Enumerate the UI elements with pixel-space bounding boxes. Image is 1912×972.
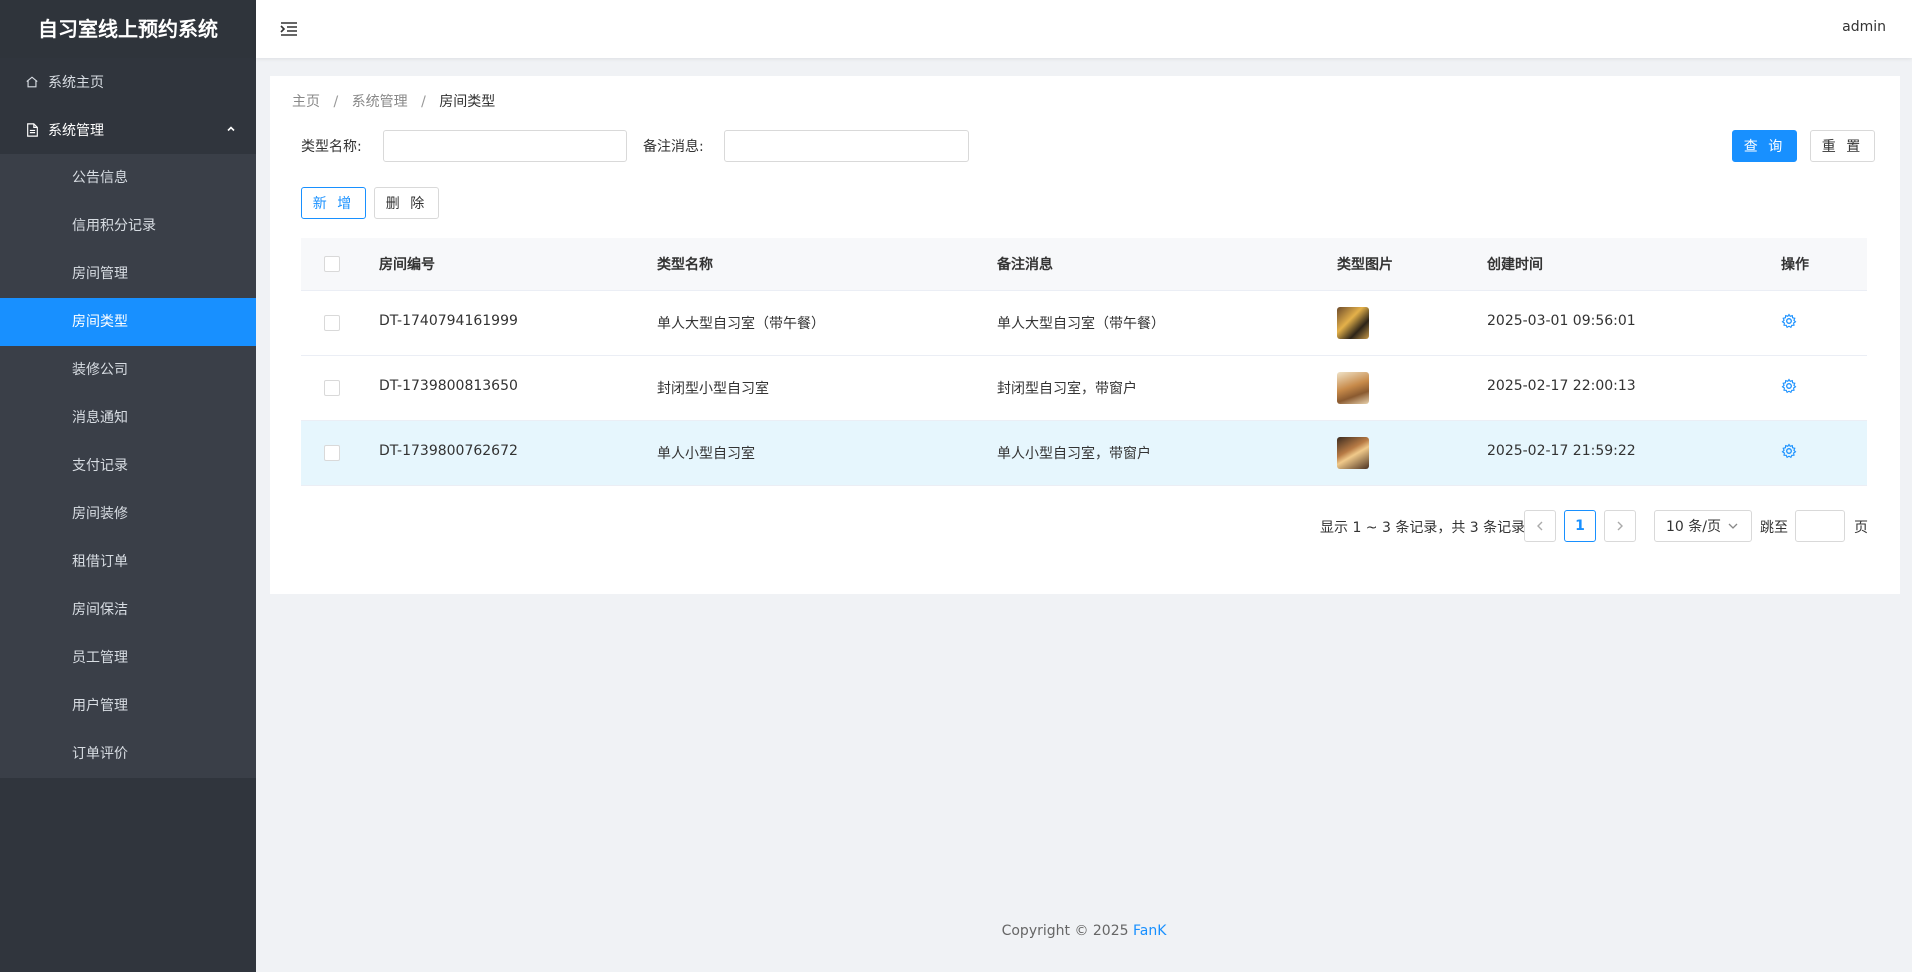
row-checkbox[interactable] xyxy=(324,380,340,396)
gear-icon[interactable] xyxy=(1781,378,1797,398)
page-unit-label: 页 xyxy=(1854,520,1868,536)
gear-icon[interactable] xyxy=(1781,443,1797,463)
sidebar: 自习室线上预约系统 系统主页 系统管理 公告信息 信用积分记录 房间管理 房间类… xyxy=(0,0,256,972)
chevron-left-icon[interactable] xyxy=(1524,510,1556,542)
breadcrumb-system[interactable]: 系统管理 xyxy=(352,94,408,110)
sidebar-item-label: 系统主页 xyxy=(48,75,104,91)
remark-input[interactable] xyxy=(724,130,969,162)
room-id-cell: DT-1739800762672 xyxy=(379,443,518,459)
type-image-thumbnail[interactable] xyxy=(1337,372,1369,404)
column-header: 操作 xyxy=(1781,257,1809,273)
breadcrumb-separator: / xyxy=(333,94,339,110)
author-link[interactable]: FanK xyxy=(1133,923,1166,939)
sidebar-item-staff[interactable]: 员工管理 xyxy=(0,634,256,682)
type-name-cell: 封闭型小型自习室 xyxy=(657,381,769,397)
chevron-right-icon[interactable] xyxy=(1604,510,1636,542)
breadcrumb-separator: / xyxy=(421,94,426,110)
sidebar-item-home[interactable]: 系统主页 xyxy=(0,58,256,106)
sidebar-submenu: 公告信息 信用积分记录 房间管理 房间类型 装修公司 消息通知 支付记录 房间装… xyxy=(0,154,256,778)
column-header: 备注消息 xyxy=(997,257,1053,273)
table-row: DT-1739800762672 单人小型自习室 单人小型自习室，带窗户 202… xyxy=(301,421,1867,486)
type-image-thumbnail[interactable] xyxy=(1337,307,1369,339)
breadcrumb: 主页 / 系统管理 / 房间类型 xyxy=(292,91,495,111)
created-time-cell: 2025-03-01 09:56:01 xyxy=(1487,313,1636,329)
sidebar-item-room-types[interactable]: 房间类型 xyxy=(0,298,256,346)
remark-label: 备注消息: xyxy=(643,139,704,155)
delete-button[interactable]: 删 除 xyxy=(374,187,439,219)
add-button[interactable]: 新 增 xyxy=(301,187,366,219)
type-name-input[interactable] xyxy=(383,130,627,162)
chevron-up-icon xyxy=(226,122,236,138)
type-image-thumbnail[interactable] xyxy=(1337,437,1369,469)
page-size-value: 10 条/页 xyxy=(1666,519,1721,535)
home-icon xyxy=(24,74,40,90)
breadcrumb-current: 房间类型 xyxy=(439,94,496,110)
room-id-cell: DT-1739800813650 xyxy=(379,378,518,394)
type-name-label: 类型名称: xyxy=(301,139,362,155)
column-header: 创建时间 xyxy=(1487,257,1543,273)
copyright-text: Copyright © 2025 xyxy=(1001,923,1133,939)
sidebar-item-messages[interactable]: 消息通知 xyxy=(0,394,256,442)
column-header: 类型图片 xyxy=(1337,257,1393,273)
top-header: admin xyxy=(256,0,1912,58)
type-name-cell: 单人小型自习室 xyxy=(657,446,755,462)
sidebar-item-room-decor[interactable]: 房间装修 xyxy=(0,490,256,538)
gear-icon[interactable] xyxy=(1781,313,1797,333)
sidebar-item-rental-orders[interactable]: 租借订单 xyxy=(0,538,256,586)
table-row: DT-1740794161999 单人大型自习室（带午餐） 单人大型自习室（带午… xyxy=(301,291,1867,356)
footer: Copyright © 2025 FanK xyxy=(256,923,1912,939)
created-time-cell: 2025-02-17 22:00:13 xyxy=(1487,378,1636,394)
created-time-cell: 2025-02-17 21:59:22 xyxy=(1487,443,1636,459)
document-icon xyxy=(24,122,40,138)
remark-cell: 封闭型自习室，带窗户 xyxy=(997,381,1137,397)
room-type-table: 房间编号 类型名称 备注消息 类型图片 创建时间 操作 DT-174079416… xyxy=(301,238,1867,486)
sidebar-item-cleaning[interactable]: 房间保洁 xyxy=(0,586,256,634)
sidebar-item-notice[interactable]: 公告信息 xyxy=(0,154,256,202)
page-number-current[interactable]: 1 xyxy=(1564,510,1596,542)
chevron-down-icon xyxy=(1727,520,1739,532)
search-button[interactable]: 查 询 xyxy=(1732,130,1797,162)
row-checkbox[interactable] xyxy=(324,315,340,331)
sidebar-group-system[interactable]: 系统管理 xyxy=(0,106,256,154)
sidebar-item-reviews[interactable]: 订单评价 xyxy=(0,730,256,778)
menu-fold-icon[interactable] xyxy=(278,18,300,40)
column-header: 类型名称 xyxy=(657,257,713,273)
room-id-cell: DT-1740794161999 xyxy=(379,313,518,329)
select-all-checkbox[interactable] xyxy=(324,256,340,272)
pagination-summary: 显示 1 ~ 3 条记录，共 3 条记录 xyxy=(1320,520,1526,536)
content-card: 主页 / 系统管理 / 房间类型 类型名称: 备注消息: 查 询 重 置 新 增… xyxy=(270,76,1900,594)
row-checkbox[interactable] xyxy=(324,445,340,461)
remark-cell: 单人大型自习室（带午餐） xyxy=(997,316,1165,332)
app-title: 自习室线上预约系统 xyxy=(0,0,256,58)
table-header: 房间编号 类型名称 备注消息 类型图片 创建时间 操作 xyxy=(301,238,1867,291)
column-header: 房间编号 xyxy=(379,257,435,273)
remark-cell: 单人小型自习室，带窗户 xyxy=(997,446,1151,462)
type-name-cell: 单人大型自习室（带午餐） xyxy=(657,316,825,332)
sidebar-item-decor-company[interactable]: 装修公司 xyxy=(0,346,256,394)
jump-label: 跳至 xyxy=(1760,520,1788,536)
sidebar-item-credit[interactable]: 信用积分记录 xyxy=(0,202,256,250)
reset-button[interactable]: 重 置 xyxy=(1810,130,1875,162)
user-menu[interactable]: admin xyxy=(1842,19,1886,35)
page-size-select[interactable]: 10 条/页 xyxy=(1654,510,1752,542)
sidebar-item-rooms[interactable]: 房间管理 xyxy=(0,250,256,298)
sidebar-item-users[interactable]: 用户管理 xyxy=(0,682,256,730)
jump-page-input[interactable] xyxy=(1795,510,1845,542)
sidebar-item-payments[interactable]: 支付记录 xyxy=(0,442,256,490)
sidebar-group-label: 系统管理 xyxy=(48,123,104,139)
breadcrumb-home[interactable]: 主页 xyxy=(292,94,320,110)
table-row: DT-1739800813650 封闭型小型自习室 封闭型自习室，带窗户 202… xyxy=(301,356,1867,421)
